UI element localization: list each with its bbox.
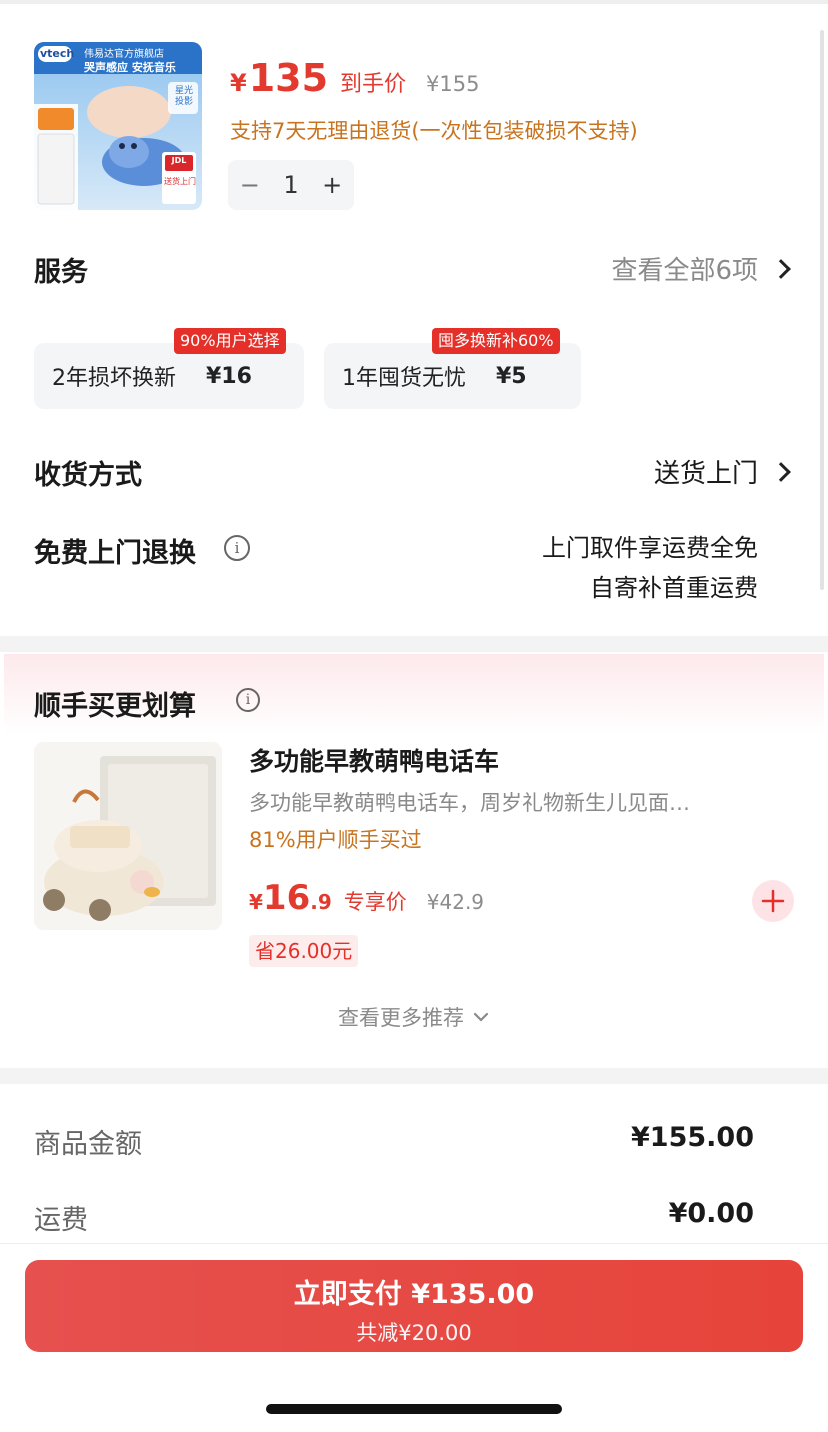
quantity-stepper: − 1 + — [228, 160, 354, 210]
top-divider — [0, 0, 828, 4]
original-price: ¥155 — [426, 72, 480, 96]
view-more-label: 查看更多推荐 — [338, 1006, 464, 1030]
services-title: 服务 — [34, 257, 88, 288]
bundle-title: 顺手买更划算 — [34, 691, 196, 722]
bundle-item-description: 多功能早教萌鸭电话车，周岁礼物新生儿见面… — [249, 791, 690, 815]
delivery-method-value: 送货上门 — [653, 459, 758, 489]
bundle-item-name[interactable]: 多功能早教萌鸭电话车 — [249, 742, 499, 778]
info-icon[interactable]: i — [224, 535, 250, 561]
info-icon[interactable]: i — [236, 688, 260, 712]
bundle-price-label: 专享价 — [343, 890, 407, 914]
quantity-value: 1 — [283, 171, 299, 199]
final-price-label: 到手价 — [340, 72, 407, 97]
thumb-delivery-badge: 送货上门 — [164, 177, 196, 186]
service-badge: 90%用户选择 — [174, 328, 286, 354]
free-return-title: 免费上门退换 — [34, 538, 196, 569]
return-policy: 支持7天无理由退货(一次性包装破损不支持) — [230, 119, 638, 143]
bundle-item-social-proof: 81%用户顺手买过 — [249, 828, 422, 852]
price-row: ¥ 135 到手价 ¥155 — [230, 56, 480, 106]
final-price: 135 — [248, 56, 329, 100]
pay-now-button[interactable]: 立即支付 ¥135.00 共减¥20.00 — [25, 1260, 803, 1352]
bundle-price-currency: ¥ — [249, 890, 263, 914]
services-view-all-label: 查看全部6项 — [611, 256, 758, 286]
product-image[interactable]: vtech 伟易达官方旗舰店 哭声感应 安抚音乐 星光投影 JDL 送货上门 — [34, 42, 202, 210]
home-indicator[interactable] — [266, 1404, 562, 1414]
add-to-order-button[interactable] — [752, 880, 794, 922]
bundle-price-decimal: .9 — [310, 890, 332, 914]
brand-logo: vtech — [40, 47, 75, 60]
service-name: 2年损坏换新 — [52, 366, 176, 391]
bundle-price-row: ¥ 16 .9 专享价 ¥42.9 — [249, 878, 484, 918]
total-discount-label: 共减¥20.00 — [356, 1321, 472, 1345]
bundle-price-integer: 16 — [262, 878, 311, 918]
services-view-all[interactable]: 查看全部6项 — [611, 250, 791, 287]
chevron-right-icon — [771, 258, 791, 279]
free-return-terms: 上门取件享运费全免 自寄补首重运费 — [542, 528, 758, 608]
jdl-badge: JDL — [171, 156, 187, 165]
goods-amount-value: ¥155.00 — [631, 1122, 754, 1153]
delivery-method-selector[interactable]: 送货上门 — [653, 453, 791, 490]
service-badge: 囤多换新补60% — [432, 328, 560, 354]
section-divider — [0, 1068, 828, 1084]
decrease-quantity-button[interactable]: − — [240, 171, 260, 199]
goods-amount-label: 商品金额 — [34, 1129, 142, 1160]
plus-icon — [761, 889, 785, 913]
pay-now-label: 立即支付 ¥135.00 — [293, 1279, 535, 1310]
chevron-right-icon — [771, 461, 791, 482]
view-more-recommendations[interactable]: 查看更多推荐 — [0, 1002, 828, 1032]
free-return-line: 自寄补首重运费 — [590, 574, 758, 602]
thumb-badge-projection: 星光投影 — [174, 86, 193, 107]
delivery-title: 收货方式 — [34, 460, 142, 491]
saving-badge: 省26.00元 — [249, 935, 359, 967]
shipping-value: ¥0.00 — [668, 1198, 754, 1229]
bundle-original-price: ¥42.9 — [426, 890, 485, 914]
increase-quantity-button[interactable]: + — [322, 171, 342, 199]
section-divider — [0, 636, 828, 652]
scroll-indicator — [820, 30, 824, 590]
service-price: ¥16 — [206, 363, 252, 389]
chevron-down-icon — [473, 1012, 489, 1022]
product-slogan: 哭声感应 安抚音乐 — [84, 61, 176, 74]
free-return-line: 上门取件享运费全免 — [542, 534, 758, 562]
shipping-label: 运费 — [34, 1205, 88, 1236]
bottom-bar-divider — [0, 1243, 828, 1244]
service-name: 1年囤货无忧 — [342, 366, 466, 391]
bundle-product-image[interactable] — [34, 742, 222, 930]
store-name: 伟易达官方旗舰店 — [84, 49, 164, 60]
price-currency: ¥ — [230, 69, 247, 97]
service-price: ¥5 — [496, 363, 527, 389]
